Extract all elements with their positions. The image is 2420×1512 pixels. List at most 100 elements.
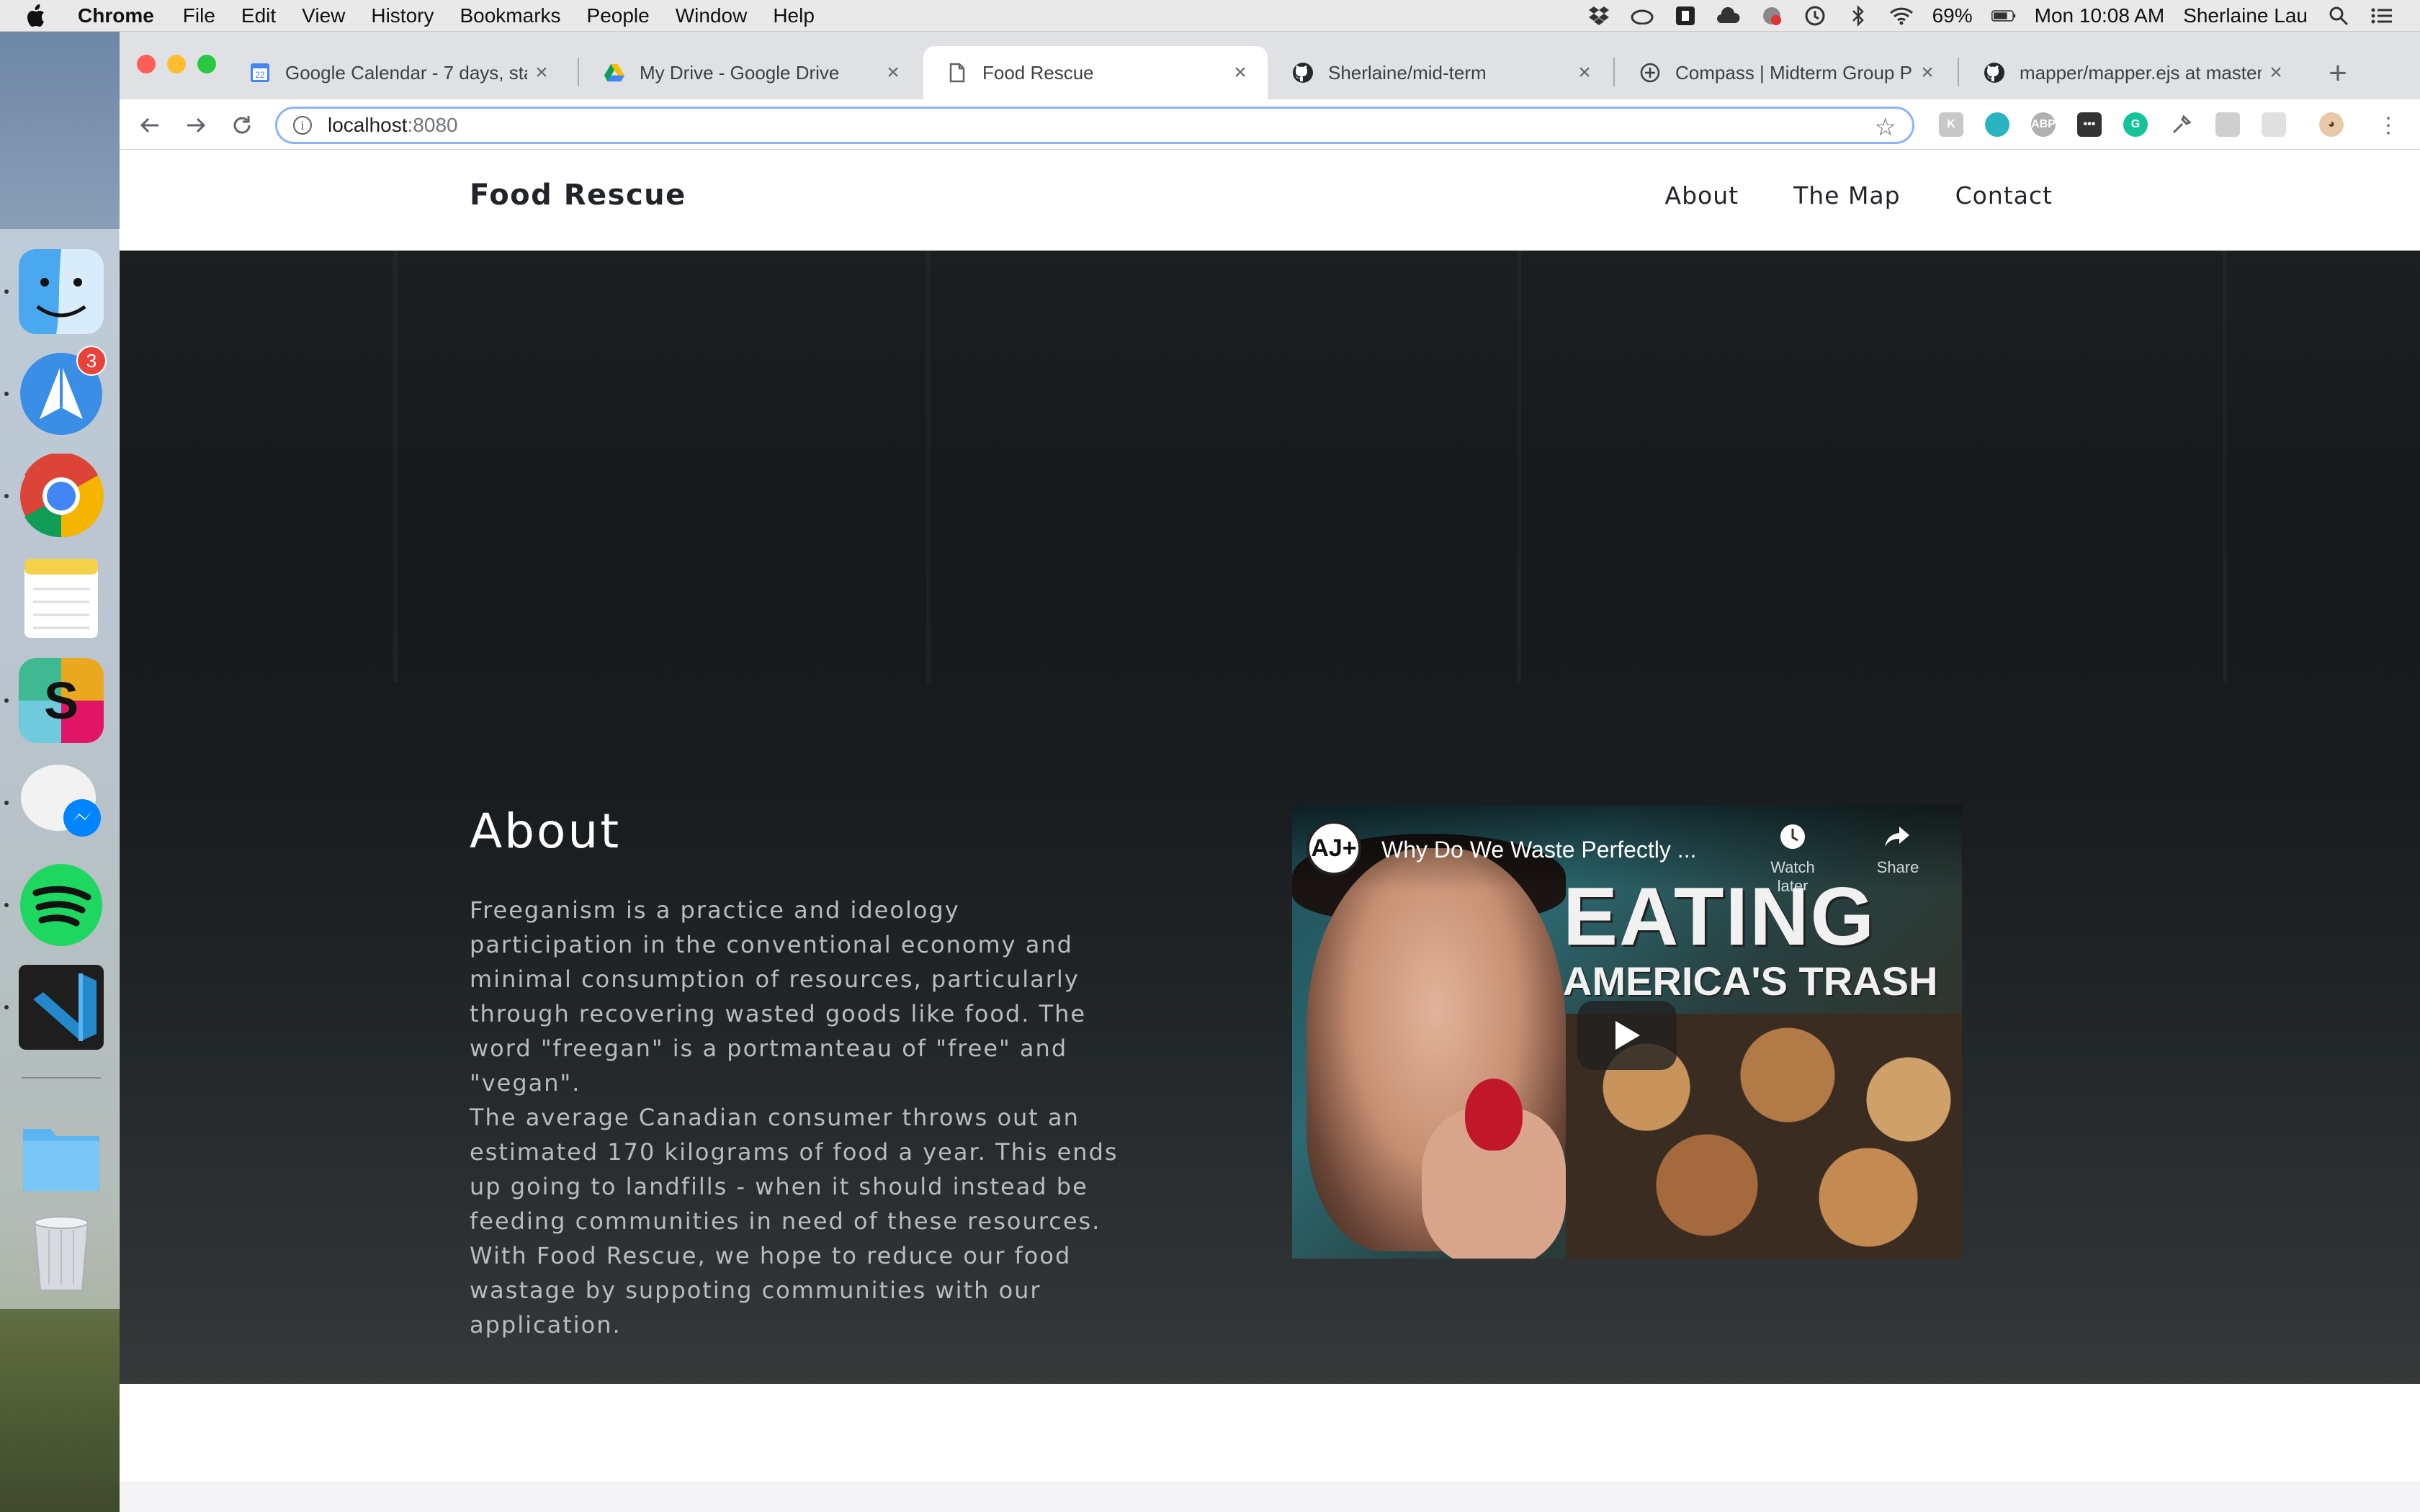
app-square-icon[interactable]: [1673, 5, 1698, 27]
menu-history[interactable]: History: [371, 4, 434, 27]
embedded-video-player[interactable]: AJ+ Why Do We Waste Perfectly ... Watch …: [1292, 805, 1962, 1259]
messenger-icon[interactable]: [19, 760, 104, 845]
zoom-window-button[interactable]: [197, 55, 216, 73]
minimize-window-button[interactable]: [167, 55, 186, 73]
extension-dots-icon[interactable]: •••: [2077, 112, 2102, 137]
menu-view[interactable]: View: [302, 4, 345, 27]
trash-icon[interactable]: [19, 1208, 104, 1293]
tab-github-mid-term[interactable]: Sherlaine/mid-term ×: [1269, 46, 1612, 99]
folder-icon[interactable]: [19, 1113, 104, 1198]
site-info-icon[interactable]: i: [293, 116, 312, 135]
page-viewport: Food Rescue About The Map Contact About …: [120, 150, 2420, 1512]
status-area: 69% Mon 10:08 AM Sherlaine Lau: [1587, 0, 2394, 32]
channel-logo[interactable]: AJ+: [1307, 821, 1361, 876]
address-bar[interactable]: i localhost:8080 ☆: [275, 107, 1914, 144]
menu-window[interactable]: Window: [676, 4, 748, 27]
menu-file[interactable]: File: [183, 4, 215, 27]
tab-google-drive[interactable]: My Drive - Google Drive ×: [581, 46, 920, 99]
about-paragraph: Freeganism is a practice and ideology pa…: [470, 896, 1087, 1097]
eyedropper-icon[interactable]: [2169, 112, 2194, 137]
vscode-icon[interactable]: [19, 965, 104, 1050]
forward-arrow-icon[interactable]: [180, 109, 212, 141]
about-section: About Freeganism is a practice and ideol…: [120, 251, 2420, 1384]
close-tab-icon[interactable]: ×: [1226, 60, 1255, 85]
spotlight-search-icon[interactable]: [2326, 5, 2351, 27]
menu-app-name[interactable]: Chrome: [78, 4, 154, 27]
notes-icon[interactable]: [19, 556, 104, 641]
nav-link-contact[interactable]: Contact: [1955, 181, 2053, 210]
video-title[interactable]: Why Do We Waste Perfectly ...: [1381, 837, 1696, 863]
dock-running-indicator: [4, 698, 9, 703]
menubar-clock[interactable]: Mon 10:08 AM: [2035, 4, 2165, 27]
dock-running-indicator: [4, 903, 9, 907]
thumbnail-headline: EATING: [1563, 871, 1876, 963]
tab-title: Sherlaine/mid-term: [1328, 61, 1487, 84]
notification-badge: 3: [76, 346, 107, 376]
grammarly-icon[interactable]: G: [2123, 112, 2148, 137]
close-window-button[interactable]: [137, 55, 156, 73]
close-tab-icon[interactable]: ×: [1913, 60, 1942, 85]
dock-running-indicator: [4, 1005, 9, 1009]
extension-k-icon[interactable]: K: [1939, 112, 1963, 137]
next-section-strip: [120, 1482, 2420, 1512]
notification-center-icon[interactable]: [2370, 5, 2394, 27]
spark-mail-icon[interactable]: 3: [19, 346, 107, 436]
battery-icon[interactable]: [1991, 5, 2016, 27]
new-tab-button[interactable]: +: [2316, 52, 2360, 95]
wifi-icon[interactable]: [1889, 5, 1914, 27]
github-icon: [1292, 62, 1314, 84]
extension-chat-icon[interactable]: [2262, 112, 2286, 137]
tab-compass[interactable]: Compass | Midterm Group Project ×: [1616, 46, 1955, 99]
nav-link-the-map[interactable]: The Map: [1793, 181, 1901, 210]
extension-circle-icon[interactable]: [1985, 112, 2009, 137]
blocked-status-icon[interactable]: [1760, 5, 1784, 27]
background-texture: [2223, 251, 2227, 683]
adblock-plus-icon[interactable]: ABP: [2031, 112, 2056, 137]
extension-grid-icon[interactable]: [2215, 112, 2240, 137]
bluetooth-icon[interactable]: [1846, 5, 1870, 27]
github-icon: [1984, 62, 2005, 84]
macos-menubar: Chrome File Edit View History Bookmarks …: [0, 0, 2420, 32]
video-thumbnail-strawberry: [1465, 1079, 1523, 1151]
profile-avatar[interactable]: ◕: [2319, 112, 2344, 137]
chrome-menu-icon[interactable]: ⋮: [2372, 109, 2404, 141]
apple-menu-icon[interactable]: [24, 4, 49, 28]
close-tab-icon[interactable]: ×: [527, 60, 556, 85]
share-button[interactable]: Share: [1865, 822, 1930, 877]
site-navbar: Food Rescue About The Map Contact: [120, 150, 2420, 251]
thumbnail-subheadline: AMERICA'S TRASH: [1563, 958, 1938, 1004]
tab-title: Compass | Midterm Group Project: [1675, 61, 1913, 84]
site-brand[interactable]: Food Rescue: [470, 179, 686, 212]
time-machine-icon[interactable]: [1803, 5, 1827, 27]
menu-bookmarks[interactable]: Bookmarks: [460, 4, 560, 27]
slack-icon[interactable]: S: [19, 658, 104, 743]
close-tab-icon[interactable]: ×: [2262, 60, 2290, 85]
creative-cloud-icon[interactable]: [1630, 5, 1654, 27]
spotify-icon[interactable]: [19, 863, 104, 948]
menu-edit[interactable]: Edit: [241, 4, 276, 27]
about-text: Freeganism is a practice and ideology pa…: [470, 893, 1125, 1342]
menu-help[interactable]: Help: [773, 4, 815, 27]
tab-github-mapper[interactable]: mapper/mapper.ejs at master ×: [1960, 46, 2303, 99]
share-arrow-icon: [1865, 822, 1930, 858]
menu-people[interactable]: People: [587, 4, 650, 27]
tab-divider: [578, 58, 579, 86]
dropbox-icon[interactable]: [1587, 5, 1611, 27]
play-button[interactable]: [1577, 1001, 1677, 1070]
close-tab-icon[interactable]: ×: [1570, 60, 1599, 85]
chrome-icon[interactable]: [19, 454, 104, 539]
reload-icon[interactable]: [226, 109, 258, 141]
back-arrow-icon[interactable]: [134, 109, 166, 141]
tab-title: mapper/mapper.ejs at master: [2020, 61, 2262, 84]
close-tab-icon[interactable]: ×: [879, 60, 908, 85]
menubar-user[interactable]: Sherlaine Lau: [2183, 4, 2308, 27]
tab-google-calendar[interactable]: 22 Google Calendar - 7 days, starting ×: [226, 46, 569, 99]
tab-food-rescue[interactable]: Food Rescue ×: [923, 46, 1268, 99]
cloud-icon[interactable]: [1716, 5, 1741, 27]
finder-icon[interactable]: [19, 249, 104, 334]
dock-separator: [22, 1077, 101, 1079]
tab-divider: [1613, 58, 1615, 86]
dock-running-indicator: [4, 801, 9, 805]
bookmark-star-icon[interactable]: ☆: [1875, 113, 1896, 142]
nav-link-about[interactable]: About: [1665, 181, 1739, 210]
